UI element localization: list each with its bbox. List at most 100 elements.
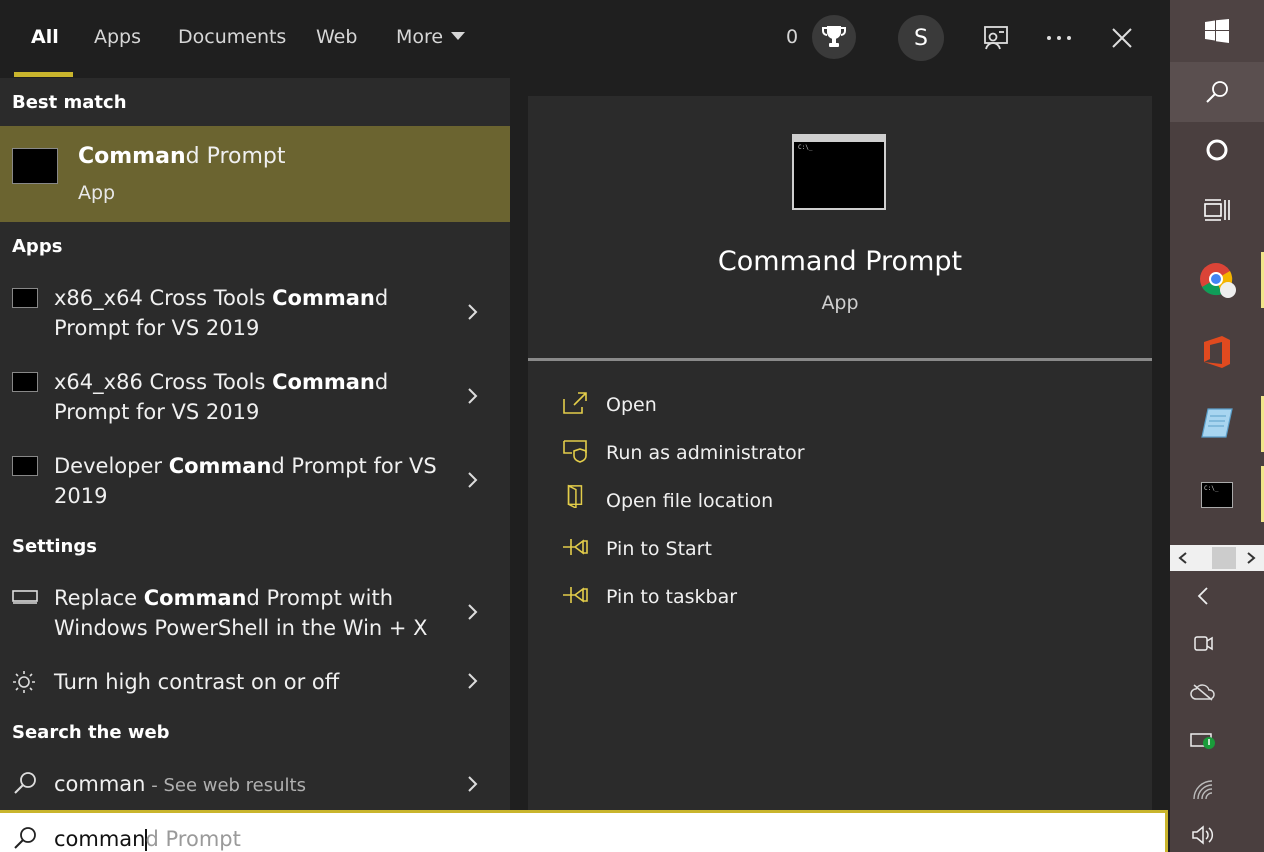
search-input[interactable]: command Prompt	[54, 827, 241, 851]
meet-now-icon[interactable]	[1190, 630, 1216, 656]
chevron-right-icon[interactable]	[462, 386, 482, 406]
action-open-file-location-label: Open file location	[606, 490, 774, 512]
tab-underline	[14, 72, 73, 77]
setting-item-bold: Comman	[143, 586, 247, 610]
brightness-icon	[13, 671, 35, 693]
search-icon	[1206, 81, 1228, 103]
app-item-line1: x86_x64 Cross Tools Command	[54, 283, 388, 313]
app-item-bold: Comman	[168, 454, 272, 478]
web-search-text: comman - See web results	[54, 769, 306, 801]
app-item-pre: Developer	[54, 454, 169, 478]
trophy-icon[interactable]	[812, 15, 856, 59]
action-run-as-admin-label: Run as administrator	[606, 442, 805, 464]
cortana-icon[interactable]	[1196, 129, 1238, 171]
taskbar-scroller[interactable]	[1170, 545, 1264, 571]
section-settings: Settings	[12, 536, 97, 557]
command-prompt-icon	[12, 148, 58, 184]
notepad-icon[interactable]	[1196, 402, 1238, 444]
command-prompt-taskbar-icon[interactable]: C:\_	[1196, 474, 1238, 516]
app-item-bold: Comman	[272, 370, 375, 394]
action-pin-to-start-label: Pin to Start	[606, 538, 712, 560]
divider	[528, 358, 1152, 361]
windows-logo-icon	[1205, 19, 1229, 43]
laptop-icon	[12, 590, 38, 604]
chevron-right-icon[interactable]	[462, 602, 482, 622]
open-icon	[563, 392, 587, 414]
app-item-pre: x64_x86 Cross Tools	[54, 370, 273, 394]
app-item-line2: Prompt for VS 2019	[54, 316, 260, 340]
action-pin-to-taskbar-label: Pin to taskbar	[606, 586, 738, 608]
command-prompt-icon	[12, 372, 38, 392]
best-match-title-bold: Comman	[78, 144, 186, 169]
onedrive-icon[interactable]	[1190, 679, 1216, 705]
setting-item-post: d Prompt with	[246, 586, 394, 610]
feedback-icon[interactable]	[978, 20, 1014, 56]
setting-item-line1: Turn high contrast on or off	[54, 670, 340, 694]
shield-icon	[563, 440, 587, 463]
chevron-right-icon[interactable]	[462, 671, 482, 691]
search-box[interactable]: command Prompt	[0, 810, 1168, 852]
app-item-post: d Prompt for VS	[271, 454, 437, 478]
tab-more[interactable]: More	[396, 26, 466, 48]
command-prompt-icon: C:\_	[792, 134, 886, 210]
tab-more-label: More	[396, 26, 444, 48]
chevron-right-icon[interactable]	[462, 470, 482, 490]
app-item-line1: Developer Command Prompt for VS	[54, 451, 437, 481]
section-search-web: Search the web	[12, 722, 170, 743]
chevron-right-icon[interactable]	[1246, 552, 1256, 564]
search-typed-text: comman	[54, 827, 146, 851]
office-icon[interactable]	[1196, 331, 1238, 373]
results-list: Best match Command Prompt App Apps x86_x…	[0, 78, 510, 810]
battery-icon[interactable]	[1190, 727, 1216, 753]
rewards-points: 0	[786, 26, 799, 48]
more-options-icon[interactable]	[1041, 20, 1077, 56]
volume-icon[interactable]	[1190, 822, 1216, 848]
chevron-right-icon[interactable]	[462, 302, 482, 322]
scroll-thumb[interactable]	[1212, 547, 1236, 569]
web-query: comman	[54, 772, 146, 796]
app-item-line2: 2019	[54, 484, 108, 508]
taskbar: C:\_	[1170, 0, 1264, 852]
wifi-icon[interactable]	[1190, 777, 1216, 803]
search-icon	[14, 772, 36, 794]
tab-documents[interactable]: Documents	[178, 26, 286, 48]
folder-icon	[567, 484, 583, 508]
action-open-label: Open	[606, 394, 657, 416]
best-match-item[interactable]: Command Prompt App	[0, 126, 510, 222]
tab-all[interactable]: All	[31, 26, 59, 48]
search-tabs-bar: All Apps Documents Web More 0 S	[0, 0, 1170, 78]
command-prompt-icon	[12, 288, 38, 308]
app-item-line2: Prompt for VS 2019	[54, 400, 260, 424]
section-best-match: Best match	[12, 92, 127, 113]
close-icon[interactable]	[1104, 20, 1140, 56]
best-match-type: App	[78, 182, 116, 204]
app-item-line1: x64_x86 Cross Tools Command	[54, 367, 388, 397]
chevron-left-icon[interactable]	[1178, 552, 1188, 564]
pin-icon	[563, 539, 588, 555]
tab-apps[interactable]: Apps	[94, 26, 141, 48]
command-prompt-icon	[12, 456, 38, 476]
app-item-post: d	[374, 370, 389, 394]
preview-subtitle: App	[821, 292, 859, 314]
web-suffix: - See web results	[145, 775, 306, 796]
best-match-title: Command Prompt	[78, 142, 286, 172]
chrome-icon[interactable]	[1196, 259, 1238, 301]
task-view-icon[interactable]	[1196, 189, 1238, 231]
avatar[interactable]: S	[898, 15, 944, 61]
chevron-right-icon[interactable]	[462, 774, 482, 794]
start-button[interactable]	[1170, 0, 1264, 62]
caret-down-icon	[451, 31, 466, 40]
app-item-bold: Comman	[272, 286, 375, 310]
app-item-pre: x86_x64 Cross Tools	[54, 286, 273, 310]
taskbar-search-button[interactable]	[1170, 62, 1264, 122]
show-hidden-icons-chevron-icon[interactable]	[1190, 583, 1216, 609]
tab-web[interactable]: Web	[316, 26, 357, 48]
search-autocomplete-hint: d Prompt	[145, 827, 241, 851]
section-apps: Apps	[12, 236, 63, 257]
app-item-post: d	[374, 286, 389, 310]
preview-title: Command Prompt	[717, 246, 963, 277]
setting-item-line2: Windows PowerShell in the Win + X	[54, 616, 428, 640]
preview-pane: C:\_ Command Prompt App Open Run as admi…	[528, 96, 1152, 810]
search-icon	[14, 827, 36, 849]
setting-item-line1: Replace Command Prompt with	[54, 583, 393, 613]
